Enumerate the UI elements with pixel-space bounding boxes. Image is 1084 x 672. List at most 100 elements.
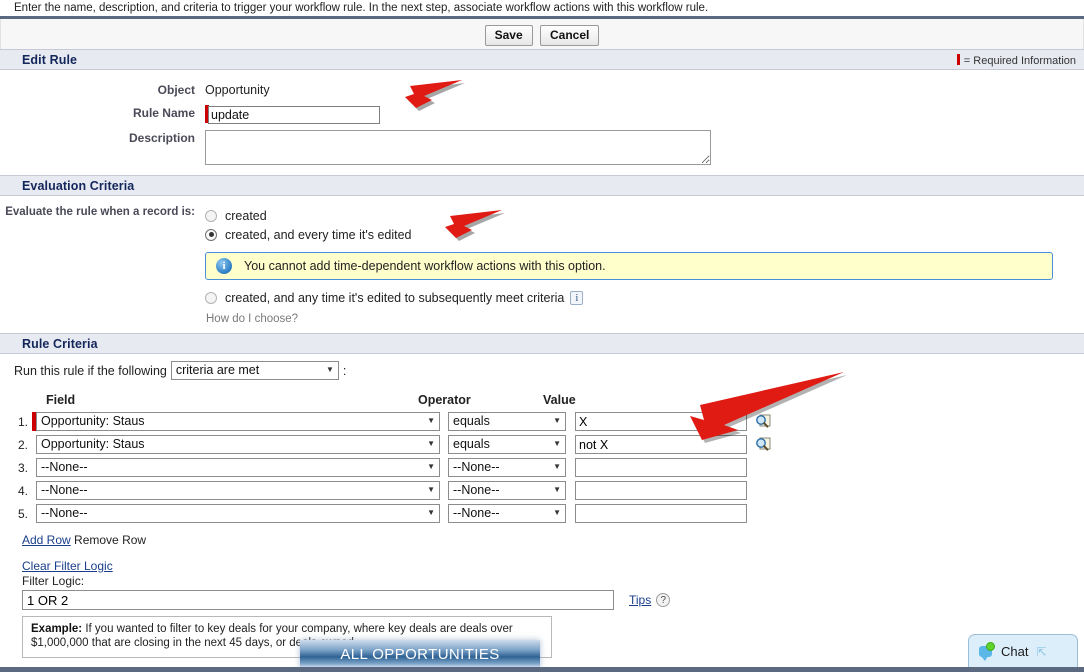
- required-information-note: = Required Information: [956, 54, 1076, 67]
- chevron-down-icon: ▼: [553, 462, 561, 471]
- table-row: 2. Opportunity: Staus ▼ equals ▼: [14, 435, 1084, 454]
- object-value: Opportunity: [205, 83, 270, 97]
- save-button[interactable]: Save: [484, 25, 533, 46]
- criteria-field-select-2[interactable]: Opportunity: Staus ▼: [36, 435, 440, 454]
- clear-filter-logic-link[interactable]: Clear Filter Logic: [22, 559, 113, 573]
- rule-criteria-title: Rule Criteria: [22, 337, 98, 351]
- rule-criteria-panel: Run this rule if the following criteria …: [0, 354, 1084, 658]
- filter-logic-label: Filter Logic:: [22, 574, 85, 588]
- criteria-operator-select-3[interactable]: --None-- ▼: [448, 458, 566, 477]
- remove-row-link[interactable]: Remove Row: [74, 533, 146, 547]
- radio-label-created: created: [225, 208, 267, 223]
- lookup-search-icon-1[interactable]: [755, 414, 771, 430]
- example-label: Example:: [31, 623, 83, 635]
- radio-icon-created[interactable]: [205, 209, 217, 222]
- cancel-button[interactable]: Cancel: [540, 25, 600, 46]
- all-opportunities-overlay: ALL OPPORTUNITIES: [300, 640, 540, 668]
- evaluation-criteria-row: Evaluate the rule when a record is: crea…: [0, 196, 1084, 325]
- criteria-value-input-5[interactable]: [575, 504, 747, 523]
- help-info-icon[interactable]: i: [570, 290, 584, 305]
- radio-icon-created-and-edited[interactable]: [205, 228, 217, 241]
- evaluation-criteria-section-header: Evaluation Criteria: [0, 175, 1084, 196]
- criteria-field-value-1: Opportunity: Staus: [41, 414, 145, 428]
- filter-logic-row: Tips ?: [0, 588, 1084, 610]
- criteria-header-field: Field: [46, 393, 76, 407]
- table-row: 3. --None-- ▼ --None-- ▼: [14, 458, 1084, 477]
- tips-link[interactable]: Tips: [629, 593, 651, 607]
- criteria-table: Field Operator Value 1. Opportunity: Sta…: [0, 393, 1084, 523]
- radio-option-created[interactable]: created: [205, 206, 1053, 225]
- chevron-down-icon: ▼: [553, 508, 561, 517]
- criteria-field-select-1[interactable]: Opportunity: Staus ▼: [36, 412, 440, 431]
- radio-option-created-and-meet-criteria[interactable]: created, and any time it's edited to sub…: [205, 288, 1053, 307]
- radio-icon-created-and-meet-criteria[interactable]: [205, 291, 217, 304]
- time-dependent-info-box: i You cannot add time-dependent workflow…: [205, 252, 1053, 280]
- run-rule-condition-select[interactable]: criteria are met ▼: [170, 361, 339, 380]
- criteria-value-input-2[interactable]: [575, 435, 747, 454]
- radio-option-created-and-edited[interactable]: created, and every time it's edited: [205, 225, 1053, 244]
- criteria-field-select-5[interactable]: --None-- ▼: [36, 504, 440, 523]
- criteria-row-number: 5.: [17, 506, 28, 521]
- filter-logic-input[interactable]: [22, 590, 614, 610]
- criteria-row-number: 3.: [17, 460, 28, 475]
- radio-label-created-and-meet-criteria: created, and any time it's edited to sub…: [225, 290, 565, 305]
- rule-name-row: Rule Name: [0, 105, 1084, 124]
- evaluation-criteria-label: Evaluate the rule when a record is:: [5, 206, 195, 218]
- required-information-text: = Required Information: [963, 55, 1076, 67]
- chevron-down-icon: ▼: [427, 462, 435, 471]
- evaluation-criteria-options: created created, and every time it's edi…: [205, 205, 1053, 325]
- criteria-header-value: Value: [543, 393, 576, 407]
- chevron-down-icon: ▼: [427, 416, 435, 425]
- edit-rule-title: Edit Rule: [22, 53, 78, 67]
- info-box-message: You cannot add time-dependent workflow a…: [244, 259, 606, 273]
- criteria-row-number: 2.: [17, 437, 28, 452]
- action-button-bar: Save Cancel: [0, 19, 1084, 49]
- description-textarea[interactable]: [205, 130, 711, 165]
- criteria-operator-select-5[interactable]: --None-- ▼: [448, 504, 566, 523]
- criteria-operator-select-2[interactable]: equals ▼: [448, 435, 566, 454]
- criteria-value-input-4[interactable]: [575, 481, 747, 500]
- chevron-down-icon: ▼: [325, 365, 334, 374]
- criteria-field-value-2: Opportunity: Staus: [41, 437, 145, 451]
- question-mark-icon[interactable]: ?: [656, 593, 671, 607]
- rule-name-label: Rule Name: [132, 106, 195, 120]
- criteria-operator-value-2: equals: [453, 437, 490, 451]
- description-label: Description: [128, 131, 195, 145]
- criteria-field-select-4[interactable]: --None-- ▼: [36, 481, 440, 500]
- info-circle-icon: i: [216, 258, 232, 274]
- clear-filter-logic-wrap: Clear Filter Logic: [0, 547, 1084, 573]
- criteria-value-input-1[interactable]: [575, 412, 747, 431]
- lookup-search-icon-2[interactable]: [755, 437, 771, 453]
- run-rule-row: Run this rule if the following criteria …: [0, 354, 1084, 380]
- chat-widget[interactable]: Chat ⇱: [968, 634, 1078, 668]
- criteria-operator-select-1[interactable]: equals ▼: [448, 412, 566, 431]
- page-instruction-text: Enter the name, description, and criteri…: [14, 2, 709, 14]
- table-row: 4. --None-- ▼ --None-- ▼: [14, 481, 1084, 500]
- rule-name-field-wrap: [205, 105, 380, 124]
- criteria-value-input-3[interactable]: [575, 458, 747, 477]
- criteria-table-header: Field Operator Value: [14, 393, 1084, 407]
- criteria-operator-select-4[interactable]: --None-- ▼: [448, 481, 566, 500]
- radio-label-created-and-edited: created, and every time it's edited: [225, 227, 412, 242]
- row-actions: Add Row Remove Row: [0, 527, 1084, 547]
- add-row-link[interactable]: Add Row: [22, 533, 71, 547]
- run-rule-condition-value: criteria are met: [175, 363, 260, 377]
- evaluation-criteria-title: Evaluation Criteria: [22, 179, 135, 193]
- criteria-operator-value-3: --None--: [453, 460, 500, 474]
- run-rule-prefix-text: Run this rule if the following: [14, 363, 167, 378]
- how-do-i-choose-link[interactable]: How do I choose?: [205, 307, 1053, 325]
- evaluation-criteria-panel: Evaluate the rule when a record is: crea…: [0, 196, 1084, 333]
- edit-rule-panel: Object Opportunity Rule Name Description: [0, 70, 1084, 175]
- rule-name-input[interactable]: [208, 106, 380, 124]
- criteria-field-select-3[interactable]: --None-- ▼: [36, 458, 440, 477]
- chevron-down-icon: ▼: [553, 416, 561, 425]
- run-rule-suffix-text: :: [342, 363, 347, 378]
- criteria-operator-value-5: --None--: [453, 506, 500, 520]
- criteria-operator-value-4: --None--: [453, 483, 500, 497]
- criteria-header-operator: Operator: [418, 393, 471, 407]
- chevron-down-icon: ▼: [553, 439, 561, 448]
- table-row: 1. Opportunity: Staus ▼ equals ▼: [14, 412, 1084, 431]
- expand-icon[interactable]: ⇱: [1036, 645, 1046, 659]
- criteria-row-number: 4.: [17, 483, 28, 498]
- criteria-row-number: 1.: [17, 414, 28, 429]
